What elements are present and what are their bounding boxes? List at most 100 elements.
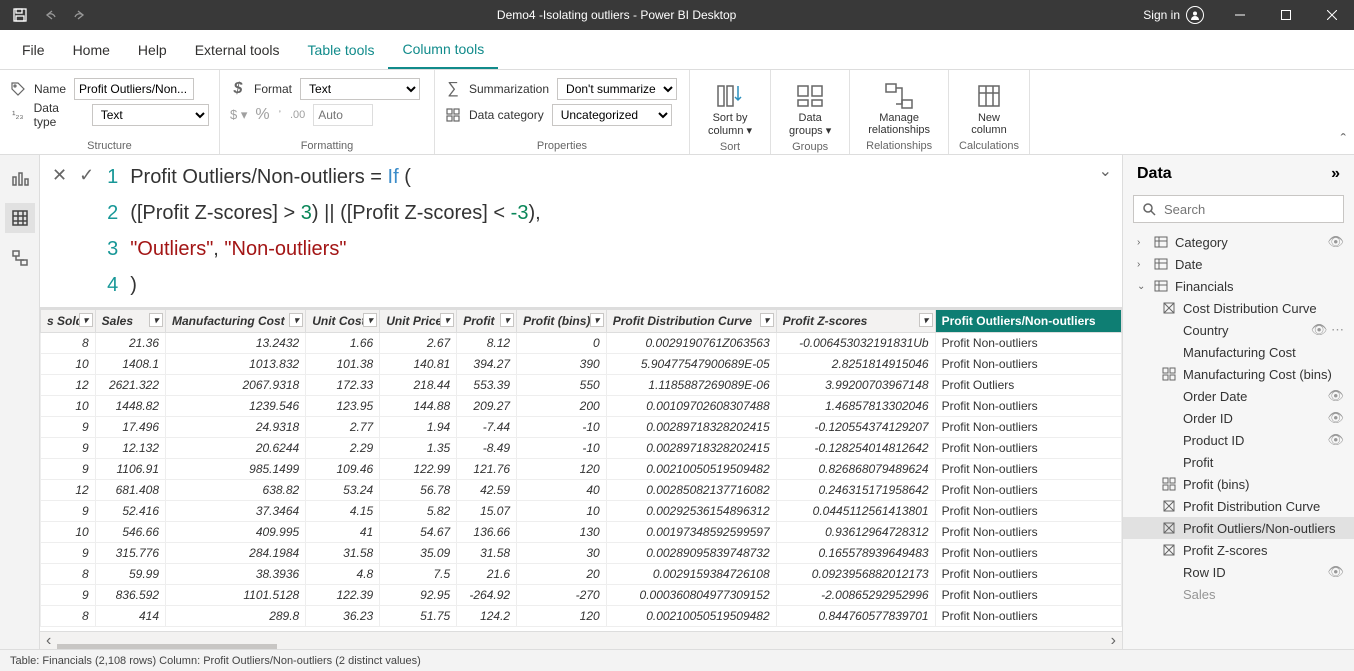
cell[interactable]: 54.67 (380, 522, 457, 543)
cell[interactable]: 59.99 (95, 564, 165, 585)
hidden-icon[interactable]: 👁 (1327, 388, 1344, 404)
table-row[interactable]: 9836.5921101.5128122.3992.95-264.92-2700… (41, 585, 1122, 606)
cancel-formula-icon[interactable]: ✕ (52, 165, 67, 186)
search-box[interactable] (1133, 195, 1344, 223)
column-header[interactable]: Unit Price▾ (380, 310, 457, 333)
column-header[interactable]: Profit Outliers/Non-outliers (935, 310, 1121, 333)
cell[interactable]: 394.27 (457, 354, 517, 375)
table-row[interactable]: 12681.408638.8253.2456.7842.59400.002850… (41, 480, 1122, 501)
column-header[interactable]: Unit Cost▾ (306, 310, 380, 333)
search-input[interactable] (1164, 202, 1340, 217)
cell[interactable]: 21.6 (457, 564, 517, 585)
cell[interactable]: 8 (41, 606, 96, 627)
expand-formula-icon[interactable]: ⌄ (1089, 155, 1122, 187)
column-header[interactable]: Profit▾ (457, 310, 517, 333)
cell[interactable]: 124.2 (457, 606, 517, 627)
cell[interactable]: 144.88 (380, 396, 457, 417)
cell[interactable]: -0.128254014812642 (776, 438, 935, 459)
menu-column-tools[interactable]: Column tools (388, 30, 498, 69)
cell[interactable]: 12 (41, 375, 96, 396)
cell[interactable]: Profit Non-outliers (935, 396, 1121, 417)
cell[interactable]: 120 (517, 459, 607, 480)
column-header[interactable]: Sales▾ (95, 310, 165, 333)
cell[interactable]: 0.00197348592599597 (606, 522, 776, 543)
table-row[interactable]: 122621.3222067.9318172.33218.44553.39550… (41, 375, 1122, 396)
table-row[interactable]: 821.3613.24321.662.678.1200.0029190761Z0… (41, 333, 1122, 354)
cell[interactable]: 10 (41, 522, 96, 543)
cell[interactable]: 20 (517, 564, 607, 585)
cell[interactable]: 284.1984 (166, 543, 306, 564)
field-mfg-cost[interactable]: Manufacturing Cost (1123, 341, 1354, 363)
cell[interactable]: 836.592 (95, 585, 165, 606)
column-name-input[interactable] (74, 78, 194, 100)
cell[interactable]: 9 (41, 501, 96, 522)
cell[interactable]: 1.46857813302046 (776, 396, 935, 417)
close-button[interactable] (1312, 0, 1352, 30)
hidden-icon[interactable]: 👁 (1327, 432, 1344, 448)
field-order-date[interactable]: Order Date👁 (1123, 385, 1354, 407)
cell[interactable]: 0.246315171958642 (776, 480, 935, 501)
hidden-icon[interactable]: 👁 (1327, 410, 1344, 426)
cell[interactable]: Profit Non-outliers (935, 606, 1121, 627)
cell[interactable]: 9 (41, 459, 96, 480)
cell[interactable]: Profit Non-outliers (935, 585, 1121, 606)
cell[interactable]: 10 (41, 396, 96, 417)
cell[interactable]: 3.99200703967148 (776, 375, 935, 396)
maximize-button[interactable] (1266, 0, 1306, 30)
summarization-select[interactable]: Don't summarize (557, 78, 677, 100)
cell[interactable]: 17.496 (95, 417, 165, 438)
cell[interactable]: 289.8 (166, 606, 306, 627)
cell[interactable]: Profit Non-outliers (935, 438, 1121, 459)
cell[interactable]: -2.00865292952996 (776, 585, 935, 606)
cell[interactable]: 51.75 (380, 606, 457, 627)
cell[interactable]: 8.12 (457, 333, 517, 354)
collapse-pane-icon[interactable]: » (1331, 165, 1340, 183)
cell[interactable]: -8.49 (457, 438, 517, 459)
cell[interactable]: 2621.322 (95, 375, 165, 396)
filter-icon[interactable]: ▾ (440, 313, 454, 327)
cell[interactable]: 0.0029159384726108 (606, 564, 776, 585)
cell[interactable]: 550 (517, 375, 607, 396)
table-date[interactable]: ›Date (1123, 253, 1354, 275)
menu-help[interactable]: Help (124, 30, 181, 69)
model-view-button[interactable] (5, 243, 35, 273)
table-financials[interactable]: ⌄Financials (1123, 275, 1354, 297)
column-header[interactable]: Manufacturing Cost▾ (166, 310, 306, 333)
datatype-select[interactable]: Text (92, 104, 209, 126)
table-category[interactable]: ›Category👁 (1123, 231, 1354, 253)
cell[interactable]: 2.29 (306, 438, 380, 459)
cell[interactable]: Profit Non-outliers (935, 354, 1121, 375)
cell[interactable]: 130 (517, 522, 607, 543)
cell[interactable]: 7.5 (380, 564, 457, 585)
minimize-button[interactable] (1220, 0, 1260, 30)
cell[interactable]: 1408.1 (95, 354, 165, 375)
cell[interactable]: 409.995 (166, 522, 306, 543)
cell[interactable]: 8 (41, 564, 96, 585)
cell[interactable]: 1.1185887269089E-06 (606, 375, 776, 396)
cell[interactable]: 200 (517, 396, 607, 417)
table-row[interactable]: 101408.11013.832101.38140.81394.273905.9… (41, 354, 1122, 375)
field-profit-outliers[interactable]: Profit Outliers/Non-outliers (1123, 517, 1354, 539)
cell[interactable]: 0.00210050519509482 (606, 459, 776, 480)
menu-external-tools[interactable]: External tools (181, 30, 294, 69)
cell[interactable]: 9 (41, 543, 96, 564)
hidden-icon[interactable]: 👁 ⋯ (1311, 322, 1344, 338)
cell[interactable]: 4.8 (306, 564, 380, 585)
sign-in-button[interactable]: Sign in (1143, 6, 1214, 24)
field-product-id[interactable]: Product ID👁 (1123, 429, 1354, 451)
cell[interactable]: 172.33 (306, 375, 380, 396)
cell[interactable]: 1013.832 (166, 354, 306, 375)
cell[interactable]: 0.844760577839701 (776, 606, 935, 627)
commit-formula-icon[interactable]: ✓ (79, 165, 94, 186)
save-icon[interactable] (10, 5, 30, 25)
cell[interactable]: 0.00289095839748732 (606, 543, 776, 564)
filter-icon[interactable]: ▾ (760, 313, 774, 327)
cell[interactable]: 41 (306, 522, 380, 543)
data-category-select[interactable]: Uncategorized (552, 104, 672, 126)
field-profit-bins[interactable]: Profit (bins) (1123, 473, 1354, 495)
cell[interactable]: 136.66 (457, 522, 517, 543)
cell[interactable]: 10 (41, 354, 96, 375)
cell[interactable]: 0.165578939649483 (776, 543, 935, 564)
cell[interactable]: 31.58 (306, 543, 380, 564)
cell[interactable]: 1.35 (380, 438, 457, 459)
